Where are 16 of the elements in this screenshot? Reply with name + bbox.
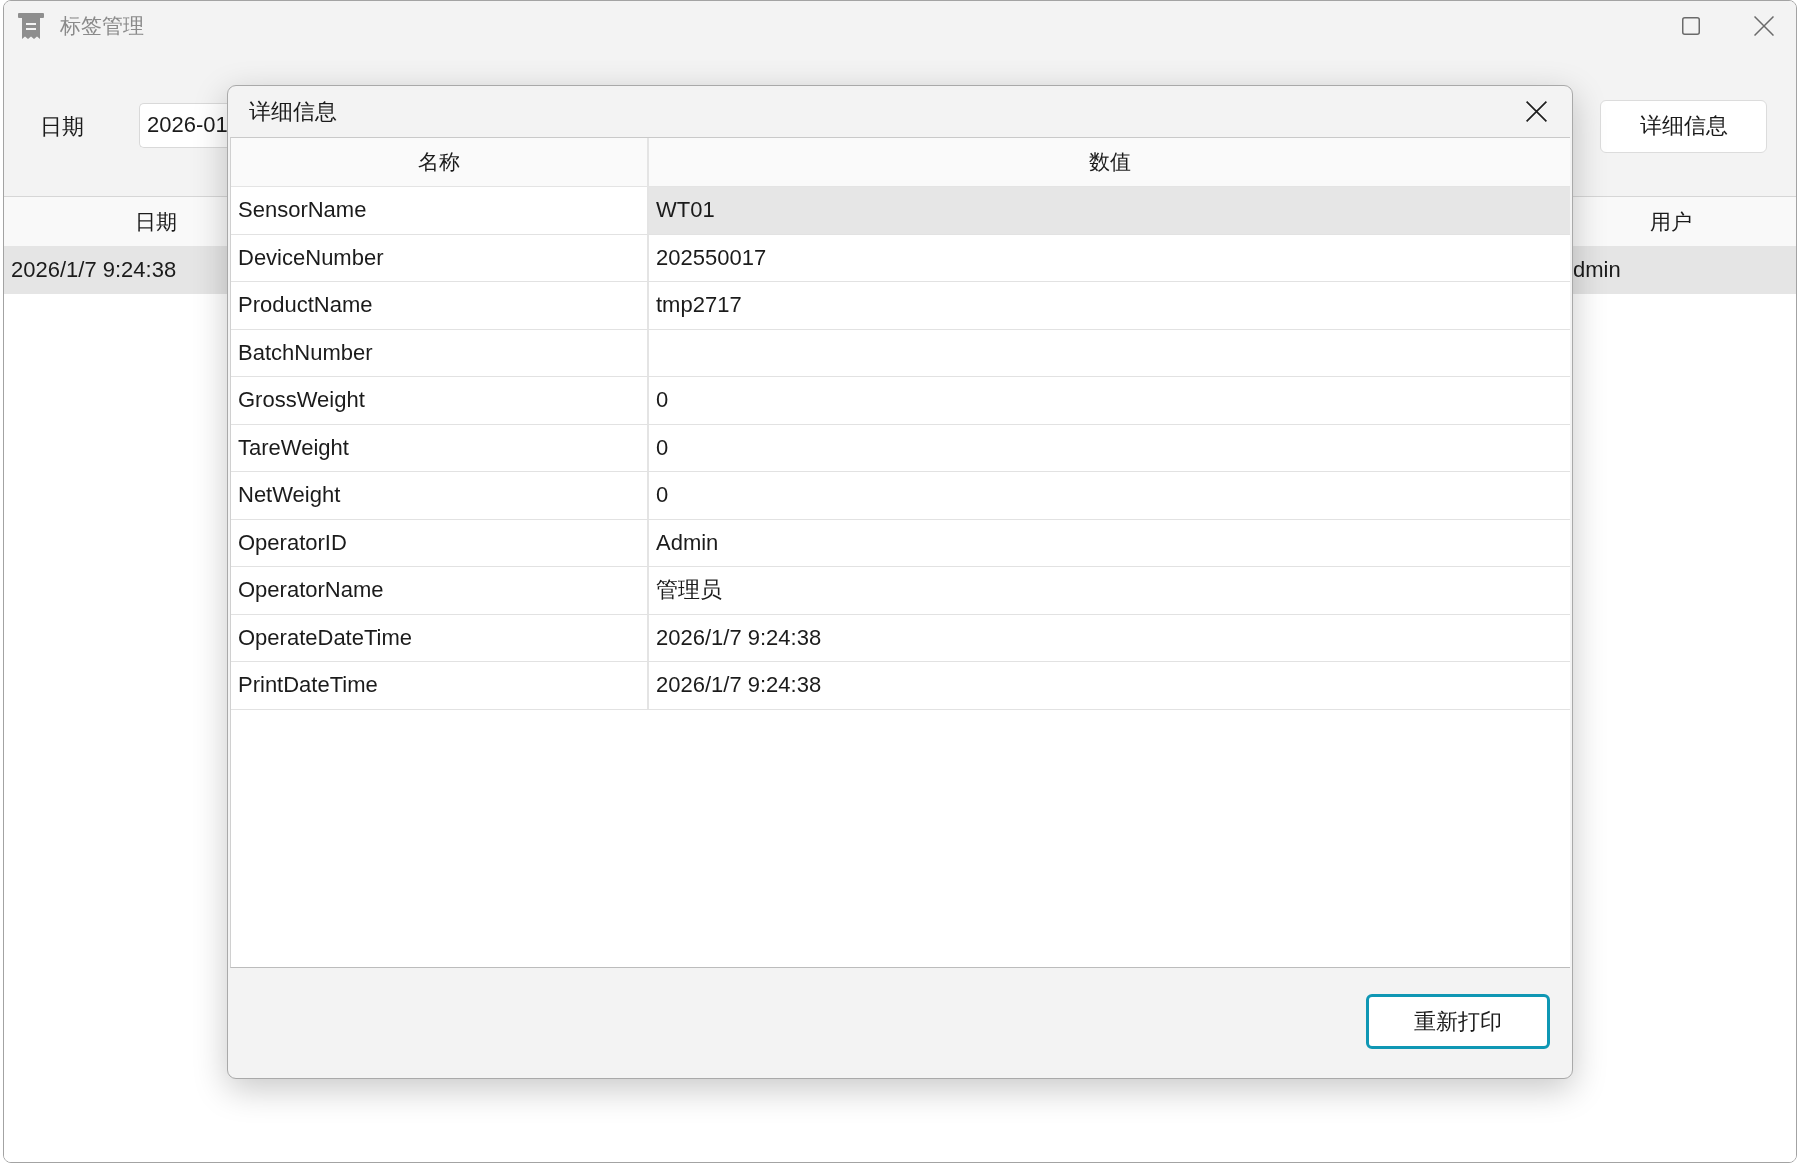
date-label: 日期 xyxy=(40,113,84,141)
column-header: 用户 xyxy=(1649,208,1692,235)
column-header: 数值 xyxy=(1087,149,1132,175)
date-field[interactable]: 2026-01 xyxy=(139,102,228,148)
details-button[interactable]: 详细信息 xyxy=(1600,99,1767,153)
dialog-title: 详细信息 xyxy=(249,97,337,126)
close-icon xyxy=(1754,16,1774,36)
reprint-button[interactable]: 重新打印 xyxy=(1366,994,1550,1049)
column-header: 日期 xyxy=(134,208,177,235)
table-cell: 2026/1/7 9:24:38 xyxy=(11,257,177,282)
close-icon xyxy=(1526,101,1547,122)
window-title: 标签管理 xyxy=(60,13,144,39)
table-cell: dmin xyxy=(1573,257,1621,282)
table-cell[interactable]: WT01 xyxy=(649,187,1570,234)
maximize-icon xyxy=(1682,17,1700,35)
receipt-icon xyxy=(18,13,44,39)
